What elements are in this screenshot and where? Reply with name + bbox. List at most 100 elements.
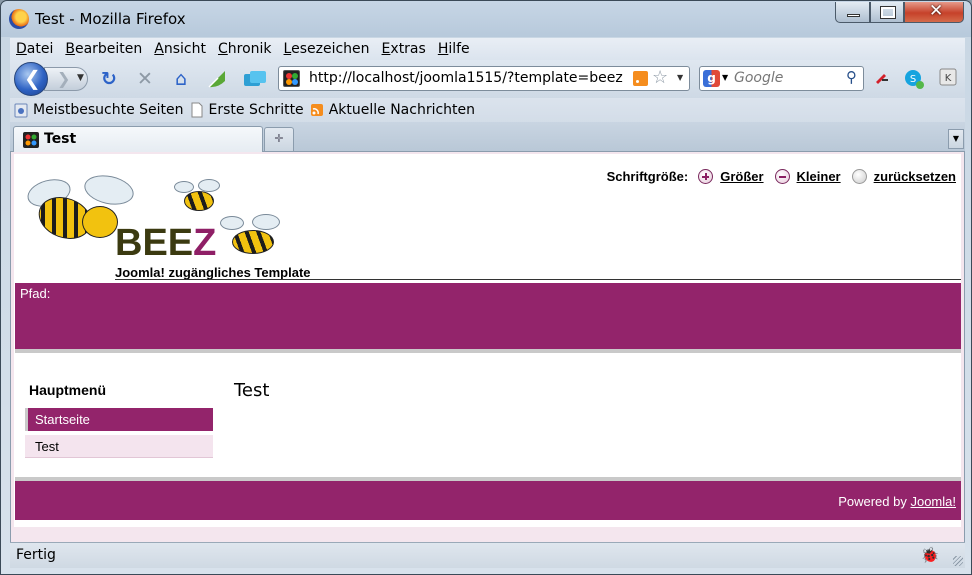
- addon-red-arrow-icon[interactable]: [872, 68, 892, 88]
- minimize-button[interactable]: [835, 2, 870, 23]
- stop-icon[interactable]: ✕: [134, 68, 156, 90]
- bug-icon[interactable]: 🐞: [920, 546, 940, 566]
- page-icon: [190, 102, 204, 118]
- url-text: http://localhost/joomla1515/?template=be…: [309, 70, 623, 86]
- search-placeholder: Google: [734, 70, 784, 86]
- reset-circle-icon[interactable]: [851, 169, 867, 184]
- addon-screen-icon[interactable]: [242, 68, 266, 90]
- logo-text-z: Z: [193, 222, 217, 264]
- url-bar[interactable]: http://localhost/joomla1515/?template=be…: [278, 66, 690, 91]
- menu-label: hronik: [227, 41, 272, 57]
- browser-window: Test - Mozilla Firefox ✕ Datei Bearbeite…: [0, 0, 972, 575]
- menu-item-test[interactable]: Test: [25, 435, 213, 458]
- font-reset-link[interactable]: zurücksetzen: [874, 169, 956, 184]
- google-engine-icon[interactable]: g: [703, 70, 720, 87]
- menu-item-startseite[interactable]: Startseite: [25, 408, 213, 431]
- bookmark-star-icon[interactable]: ☆: [652, 67, 668, 88]
- bookmark-aktuelle-nachrichten[interactable]: Aktuelle Nachrichten: [310, 102, 475, 118]
- header-divider: [115, 279, 961, 280]
- search-icon[interactable]: ⚲: [846, 68, 857, 86]
- close-icon: ✕: [929, 1, 944, 21]
- bookmark-label: Aktuelle Nachrichten: [328, 102, 476, 118]
- bookmark-meistbesuchte-seiten[interactable]: Meistbesuchte Seiten: [14, 102, 184, 118]
- minimize-icon: [847, 14, 860, 17]
- reload-icon[interactable]: ↻: [98, 68, 120, 90]
- smart-folder-icon: [14, 102, 28, 118]
- bookmark-label: Erste Schritte: [208, 102, 304, 118]
- skype-icon[interactable]: S: [903, 68, 924, 89]
- page-footer: Powered by Joomla!: [15, 481, 961, 520]
- content-viewport: Schriftgröße: Größer Kleiner zurücksetze…: [10, 152, 965, 542]
- search-bar[interactable]: g ▼ Google ⚲: [699, 66, 864, 91]
- logo-text: BEE: [115, 222, 194, 264]
- menu-accel: A: [154, 41, 164, 57]
- menu-bearbeiten[interactable]: Bearbeiten: [65, 41, 142, 57]
- search-engine-dropdown-icon[interactable]: ▼: [722, 73, 728, 82]
- addon-leaf-icon[interactable]: [206, 68, 228, 90]
- forward-button[interactable]: ❯ ▼: [44, 67, 88, 91]
- history-dropdown-icon[interactable]: ▼: [77, 73, 84, 83]
- menu-label: xtras: [390, 41, 426, 57]
- footer-text: Powered by Joomla!: [838, 494, 956, 509]
- menu-accel: D: [16, 41, 27, 57]
- status-text: Fertig: [16, 547, 56, 563]
- bookmarks-toolbar: Meistbesuchte Seiten Erste Schritte Aktu…: [10, 98, 965, 122]
- menu-ansicht[interactable]: Ansicht: [154, 41, 206, 57]
- bookmark-label: Meistbesuchte Seiten: [33, 102, 184, 118]
- page-title: Test: [234, 380, 270, 401]
- breadcrumb-label: Pfad:: [20, 286, 51, 301]
- plus-circle-icon[interactable]: [698, 169, 714, 184]
- svg-text:K: K: [945, 73, 952, 84]
- tab-label: Test: [44, 131, 77, 147]
- site-tagline: Joomla! zugängliches Template: [115, 265, 311, 280]
- menu-hilfe[interactable]: Hilfe: [438, 41, 470, 57]
- menu-accel: H: [437, 41, 449, 57]
- menu-label: earbeiten: [74, 41, 143, 57]
- font-smaller-link[interactable]: Kleiner: [797, 169, 841, 184]
- home-icon[interactable]: ⌂: [170, 68, 192, 90]
- forward-arrow-icon: ❯: [57, 69, 71, 88]
- divider: [15, 349, 961, 353]
- menu-chronik[interactable]: Chronik: [218, 41, 272, 57]
- menu-accel: L: [283, 41, 292, 57]
- bookmark-erste-schritte[interactable]: Erste Schritte: [190, 102, 304, 118]
- back-button[interactable]: ❮: [14, 62, 48, 96]
- menu-extras[interactable]: Extras: [382, 41, 426, 57]
- close-button[interactable]: ✕: [904, 1, 964, 23]
- url-dropdown-icon[interactable]: ▼: [677, 73, 683, 82]
- rss-folder-icon: [310, 102, 324, 118]
- rss-feed-icon[interactable]: [633, 71, 648, 86]
- status-bar: Fertig 🐞: [10, 542, 965, 568]
- title-bar[interactable]: Test - Mozilla Firefox ✕: [1, 1, 971, 36]
- new-tab-button[interactable]: ✛: [264, 127, 294, 151]
- font-size-controls: Schriftgröße: Größer Kleiner zurücksetze…: [607, 169, 956, 184]
- menu-label: ilfe: [448, 41, 470, 57]
- menu-label: atei: [26, 41, 54, 57]
- font-bigger-link[interactable]: Größer: [720, 169, 763, 184]
- menu-lesezeichen[interactable]: Lesezeichen: [284, 41, 370, 57]
- tab-test[interactable]: Test: [13, 126, 263, 152]
- menu-label: nsicht: [163, 41, 206, 57]
- svg-text:S: S: [910, 74, 916, 85]
- menu-datei[interactable]: Datei: [16, 41, 53, 57]
- bee-small-icon: [172, 179, 227, 217]
- all-tabs-button[interactable]: ▼: [948, 129, 964, 149]
- back-arrow-icon: ❮: [24, 66, 41, 90]
- joomla-link[interactable]: Joomla!: [910, 494, 956, 509]
- addon-k-icon[interactable]: K: [939, 68, 959, 88]
- menu-accel: B: [65, 41, 75, 57]
- maximize-button[interactable]: [870, 2, 904, 23]
- menu-label: esezeichen: [291, 41, 370, 57]
- plus-icon: ✛: [274, 132, 284, 145]
- web-page: Schriftgröße: Größer Kleiner zurücksetze…: [14, 154, 961, 527]
- resize-grip[interactable]: [953, 556, 963, 566]
- firefox-logo-icon: [9, 9, 29, 29]
- window-title: Test - Mozilla Firefox: [35, 10, 186, 28]
- menu-bar: Datei Bearbeiten Ansicht Chronik Lesezei…: [10, 38, 965, 60]
- minus-circle-icon[interactable]: [774, 169, 790, 184]
- site-logo[interactable]: BEEZ: [115, 222, 216, 265]
- joomla-favicon-icon: [283, 70, 300, 87]
- main-menu-title: Hauptmenü: [29, 382, 106, 398]
- footer-prefix: Powered by: [838, 494, 911, 509]
- menu-accel: C: [218, 41, 228, 57]
